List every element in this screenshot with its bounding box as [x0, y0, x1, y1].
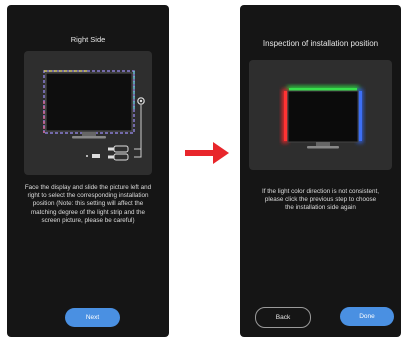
- tv-screen: [45, 72, 133, 132]
- right-phone-screen: Inspection of installation position If t…: [240, 5, 401, 337]
- tv-setup-illustration: [24, 51, 152, 175]
- inspection-illustration: [249, 60, 392, 170]
- tv-with-light-strip-icon: [43, 70, 145, 161]
- tv-screen: [287, 90, 359, 143]
- setup-description: Face the display and slide the picture l…: [24, 184, 152, 224]
- tv-base: [72, 136, 106, 139]
- back-button[interactable]: Back: [255, 307, 311, 328]
- control-box-icon: [113, 145, 129, 153]
- screen-title: Inspection of installation position: [262, 39, 379, 48]
- inspection-description: If the light color direction is not cons…: [262, 188, 379, 212]
- power-plug-icon: [113, 153, 129, 161]
- left-phone-screen: Right Side Face the display and slide th…: [7, 5, 169, 337]
- tv-stand: [316, 142, 330, 146]
- arrow-right-icon: [185, 142, 229, 164]
- tv-stand: [82, 132, 96, 136]
- cable: [134, 105, 142, 150]
- tv-base: [307, 146, 339, 149]
- next-button[interactable]: Next: [65, 308, 120, 327]
- tv-light-check-icon: [282, 86, 363, 149]
- screen-title: Right Side: [70, 35, 106, 44]
- done-button[interactable]: Done: [340, 307, 394, 326]
